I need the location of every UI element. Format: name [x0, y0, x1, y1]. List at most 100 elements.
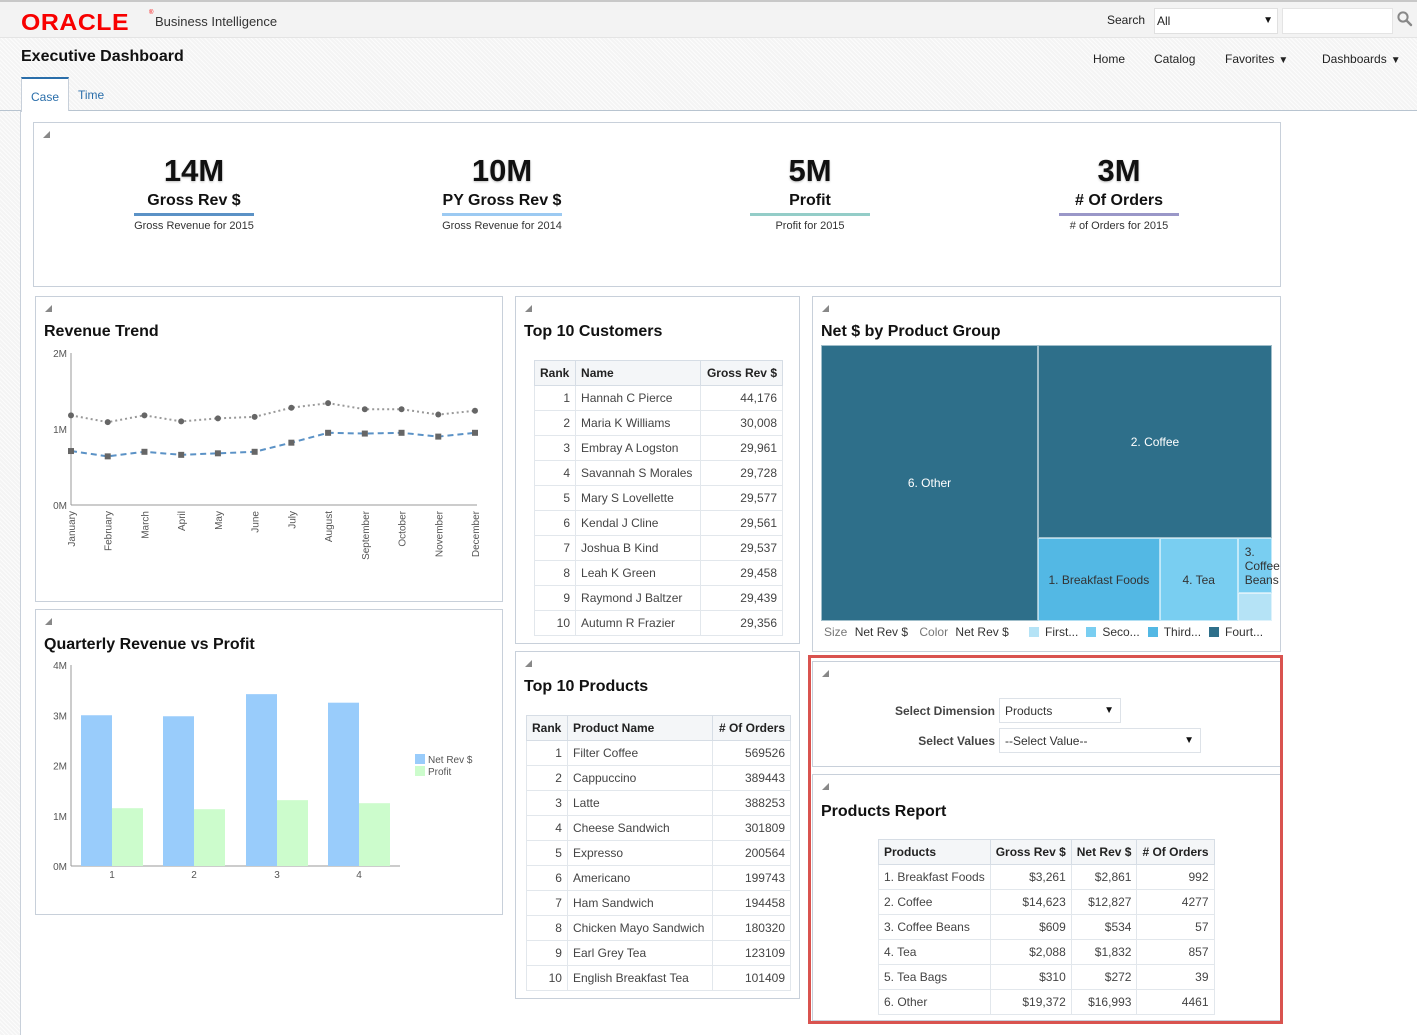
data-point[interactable] — [288, 404, 295, 411]
data-point[interactable] — [361, 430, 368, 437]
kpi-subtitle: # of Orders for 2015 — [1069, 220, 1169, 232]
nav-favorites[interactable]: Favorites ▼ — [1225, 52, 1288, 66]
nav-dashboards[interactable]: Dashboards ▼ — [1322, 52, 1401, 66]
data-point[interactable] — [251, 413, 258, 420]
search-icon[interactable] — [1396, 10, 1414, 28]
x-tick-label: June — [251, 511, 262, 533]
table-cell: 301809 — [711, 815, 792, 841]
nav-home[interactable]: Home — [1093, 52, 1125, 66]
table-row: 1 Hannah C Pierce 44,176 — [533, 385, 784, 411]
table-cell: 3 — [526, 790, 568, 816]
collapse-toggle-icon[interactable] — [525, 660, 532, 667]
tab-time[interactable]: Time — [69, 77, 113, 111]
treemap-cell[interactable]: 1. Breakfast Foods — [1037, 538, 1160, 621]
data-point[interactable] — [435, 433, 442, 440]
treemap-cell[interactable]: 2. Coffee — [1037, 345, 1272, 539]
data-point[interactable] — [251, 448, 258, 455]
treemap-color-legend: First... Seco... Third... Fourt... — [1029, 625, 1271, 639]
top-customers-table: Rank Name Gross Rev $1 Hannah C Pierce 44,17… — [533, 360, 784, 636]
x-tick-label: September — [361, 510, 372, 560]
data-point[interactable] — [435, 411, 442, 418]
table-cell: Kendal J Cline — [575, 510, 701, 536]
data-point[interactable] — [472, 407, 478, 414]
legend-swatch — [415, 754, 425, 764]
data-point[interactable] — [325, 400, 332, 407]
table-cell: 8 — [533, 560, 577, 586]
treemap-cell-label: 3. Coffee Beans — [1244, 544, 1280, 587]
x-tick-label: May — [214, 511, 225, 530]
legend-item: First... — [1029, 625, 1078, 639]
x-tick-label: December — [471, 510, 482, 557]
legend-swatch — [415, 766, 425, 776]
treemap-cell[interactable]: 4. Tea — [1159, 538, 1238, 621]
data-point[interactable] — [178, 451, 185, 458]
bar[interactable] — [277, 800, 308, 866]
data-point[interactable] — [104, 453, 111, 460]
column-header[interactable]: Rank — [533, 360, 577, 386]
column-header[interactable]: Product Name — [566, 715, 713, 741]
bar[interactable] — [81, 715, 112, 866]
data-point[interactable] — [214, 415, 221, 422]
column-header[interactable]: # Of Orders — [711, 715, 792, 741]
kpi-tile: 10M PY Gross Rev $ Gross Revenue for 2014 — [402, 153, 602, 232]
table-row: 7 Ham Sandwich 194458 — [526, 890, 792, 916]
legend-label: Net Rev $ — [428, 755, 473, 766]
kpi-tile: 3M # Of Orders # of Orders for 2015 — [1019, 153, 1219, 232]
nav-catalog[interactable]: Catalog — [1154, 52, 1195, 66]
column-header[interactable]: Rank — [526, 715, 568, 741]
collapse-toggle-icon[interactable] — [525, 305, 532, 312]
table-cell: English Breakfast Tea — [566, 965, 713, 991]
table-cell: 8 — [526, 915, 568, 941]
column-header[interactable]: Gross Rev $ — [699, 360, 784, 386]
data-point[interactable] — [398, 429, 405, 436]
legend-item: Seco... — [1086, 625, 1140, 639]
treemap-size-color-legend: Size Net Rev $ Color Net Rev $ — [824, 625, 1009, 639]
treemap-cell-label: 2. Coffee — [1130, 434, 1180, 449]
data-point[interactable] — [398, 406, 405, 413]
table-cell: Embray A Logston — [575, 435, 701, 461]
treemap-cell[interactable] — [1237, 593, 1272, 621]
table-cell: 30,008 — [699, 410, 784, 436]
collapse-toggle-icon[interactable] — [43, 131, 50, 138]
treemap-cell[interactable]: 6. Other — [821, 345, 1038, 621]
table-cell: 2 — [526, 765, 568, 791]
table-cell: 199743 — [711, 865, 792, 891]
data-point[interactable] — [68, 412, 74, 419]
data-point[interactable] — [104, 419, 111, 426]
bar[interactable] — [246, 694, 277, 866]
data-point[interactable] — [141, 448, 148, 455]
data-point[interactable] — [472, 429, 478, 436]
color-measure: Net Rev $ — [955, 625, 1009, 639]
bar[interactable] — [194, 809, 225, 866]
legend-swatch — [1029, 627, 1039, 637]
top-products-title: Top 10 Products — [524, 678, 649, 695]
data-point[interactable] — [68, 448, 74, 455]
bar[interactable] — [328, 702, 359, 866]
bar[interactable] — [163, 716, 194, 866]
tab-case[interactable]: Case — [21, 77, 69, 112]
legend-label: Seco... — [1102, 625, 1140, 639]
top-customers-panel: Top 10 Customers Rank Name Gross Rev $1 Han… — [515, 296, 800, 644]
kpi-underline — [1059, 213, 1179, 216]
data-point[interactable] — [178, 418, 185, 425]
search-scope-select[interactable]: All ▼ — [1154, 8, 1278, 34]
kpi-value: 10M — [471, 153, 533, 188]
y-tick-label: 2M — [53, 762, 67, 773]
table-row: 6 Kendal J Cline 29,561 — [533, 510, 784, 536]
table-header-row: Rank Product Name # Of Orders — [526, 715, 792, 741]
table-cell: Latte — [566, 790, 713, 816]
column-header[interactable]: Name — [575, 360, 701, 386]
data-point[interactable] — [325, 429, 332, 436]
y-tick-label: 1M — [53, 812, 67, 823]
x-tick-label: October — [398, 510, 409, 546]
collapse-toggle-icon[interactable] — [822, 305, 829, 312]
bar[interactable] — [112, 808, 143, 866]
search-input[interactable] — [1282, 8, 1393, 34]
data-point[interactable] — [288, 439, 295, 446]
data-point[interactable] — [361, 406, 368, 413]
bar[interactable] — [359, 803, 390, 866]
x-tick-label: January — [67, 511, 78, 547]
treemap-cell[interactable]: 3. Coffee Beans — [1237, 538, 1280, 594]
data-point[interactable] — [141, 412, 148, 419]
data-point[interactable] — [214, 450, 221, 457]
